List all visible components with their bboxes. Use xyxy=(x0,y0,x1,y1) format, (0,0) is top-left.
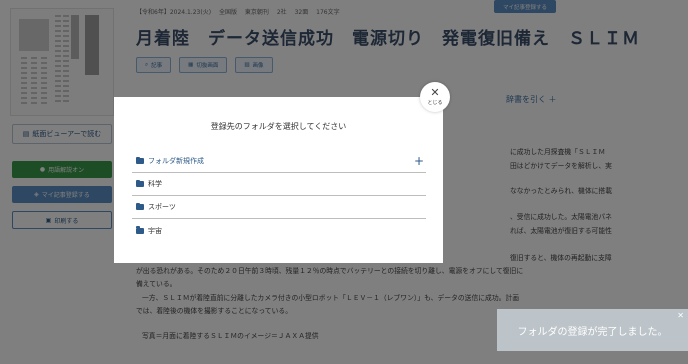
folder-list: フォルダ新規作成 + 科学 スポーツ 宇宙 xyxy=(132,150,426,242)
folder-icon xyxy=(136,226,144,234)
dialog-title: 登録先のフォルダを選択してください xyxy=(210,122,347,131)
new-folder-row[interactable]: フォルダ新規作成 + xyxy=(132,150,426,173)
plus-icon[interactable]: + xyxy=(414,155,424,167)
registration-complete-toast: フォルダの登録が完了しました。 ✕ xyxy=(497,309,688,351)
close-icon: ✕ xyxy=(430,86,440,99)
folder-icon xyxy=(136,179,144,187)
folder-item-science[interactable]: 科学 xyxy=(132,173,426,196)
dialog-close-button[interactable]: ✕ とじる xyxy=(420,82,450,112)
folder-icon xyxy=(136,156,144,164)
folder-icon xyxy=(136,202,144,210)
folder-select-dialog: 登録先のフォルダを選択してください フォルダ新規作成 + 科学 スポーツ 宇宙 xyxy=(114,97,443,263)
folder-item-sports[interactable]: スポーツ xyxy=(132,196,426,219)
close-icon[interactable]: ✕ xyxy=(677,311,684,320)
folder-item-space[interactable]: 宇宙 xyxy=(132,219,426,242)
